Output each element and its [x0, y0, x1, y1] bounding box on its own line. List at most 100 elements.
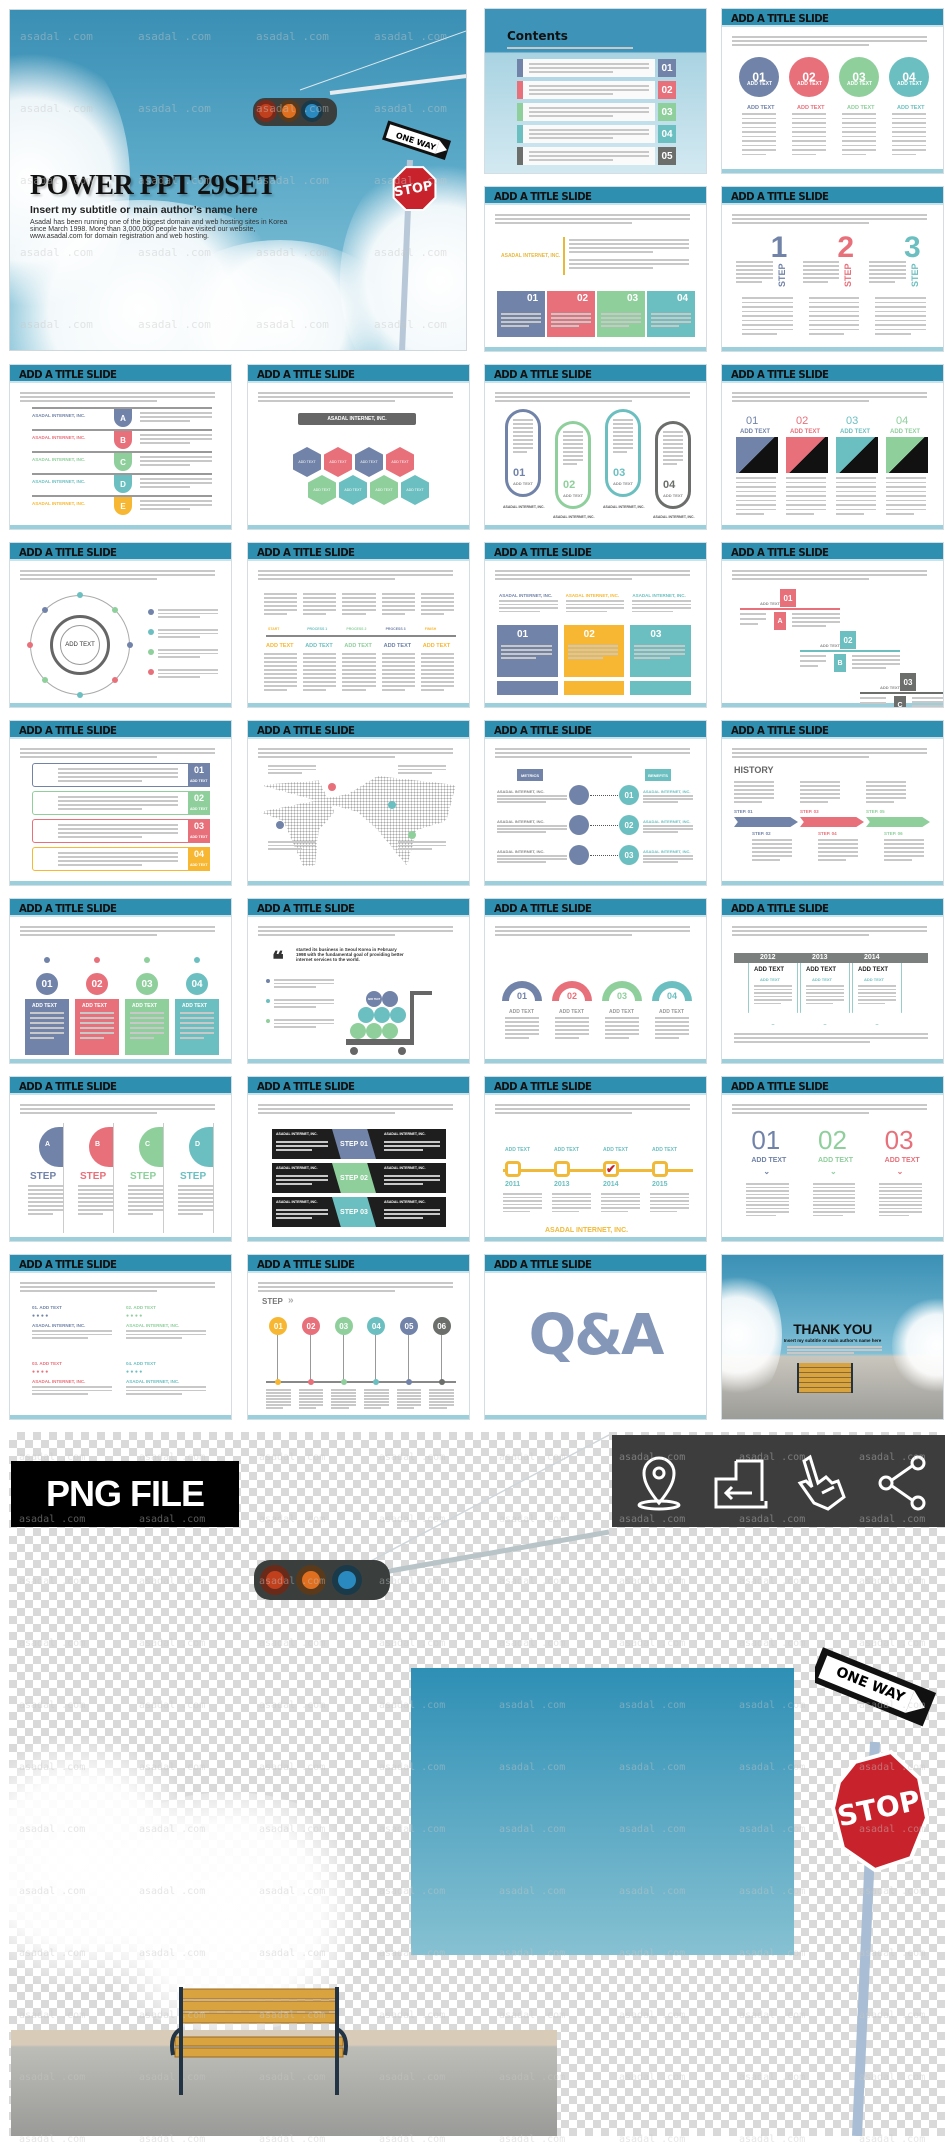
- placeholder-text-line: [740, 623, 759, 625]
- placeholder-text-line: [869, 265, 906, 267]
- placeholder-text-line: [812, 1193, 856, 1195]
- slide-thumbnail[interactable]: ADD A TITLE SLIDE 01 ADD TEXT 02 ADD TEXT 03 A…: [9, 720, 232, 886]
- slide-title: ADD A TITLE SLIDE: [731, 724, 829, 737]
- placeholder-text-line: [384, 1213, 440, 1215]
- slide-thumbnail[interactable]: ADD A TITLE SLIDE 01 ADD TEXT ASADAL INTERN…: [484, 364, 707, 530]
- slide-thumbnail[interactable]: ADD A TITLE SLIDE ADD TEXT: [9, 542, 232, 708]
- placeholder-text-line: [342, 681, 376, 683]
- slide-thumbnail[interactable]: ADD A TITLE SLIDE STEP 01 ASADAL INTERNET,…: [247, 1076, 470, 1242]
- dot: [44, 957, 50, 963]
- slide-title: ADD A TITLE SLIDE: [257, 368, 355, 381]
- placeholder-text-line: [130, 1032, 164, 1034]
- arrow-segment: [866, 817, 930, 827]
- placeholder-text-line: [802, 269, 840, 271]
- slide-thumbnail[interactable]: ADD A TITLE SLIDE 01 ADD TEXT ⌄ 02 ADD TEXT ⌄ 0…: [721, 1076, 944, 1242]
- slide-thumbnail[interactable]: ADD A TITLE SLIDE ASADAL INTERNET, INC. A A…: [9, 364, 232, 530]
- placeholder-text-line: [158, 669, 218, 671]
- item-label: ADD TEXT: [609, 1009, 634, 1015]
- slide-thumbnail[interactable]: ADD A TITLE SLIDE 01 ADD TEXT 02 ADD TEXT 03 A…: [484, 898, 707, 1064]
- slide-thumbnail[interactable]: ADD A TITLE SLIDE: [247, 720, 470, 886]
- placeholder-text-line: [742, 126, 776, 128]
- placeholder-text-line: [495, 934, 632, 936]
- placeholder-text-line: [497, 795, 567, 797]
- slide-thumbnail[interactable]: ADD A TITLE SLIDE ❝ started its business i…: [247, 898, 470, 1064]
- slide-thumbnail[interactable]: ADD A TITLE SLIDE 01 ADD TEXT A 02 ADD TEXT B 0…: [721, 542, 944, 708]
- item-label: ADD TEXT: [190, 863, 208, 867]
- slide-thumbnail[interactable]: ADD A TITLE SLIDE 01. ADD TEXT ● ● ● ● ASAD…: [9, 1254, 232, 1420]
- placeholder-text-line: [787, 1352, 854, 1354]
- slide-thumbnail[interactable]: ADD A TITLE SLIDE ASADAL INTERNET, INC. 01…: [484, 186, 707, 352]
- slide-thumbnail[interactable]: ADD A TITLE SLIDE STEP » 01 02 03 04 05 06: [247, 1254, 470, 1420]
- placeholder-text-line: [736, 504, 776, 506]
- placeholder-text-line: [879, 1190, 922, 1192]
- placeholder-text-line: [746, 1183, 789, 1185]
- letter-label: D: [195, 1141, 201, 1148]
- cart-basket: [346, 1039, 412, 1045]
- placeholder-text-line: [364, 1401, 389, 1403]
- placeholder-text-line: [303, 605, 337, 607]
- slide-thumbnail[interactable]: ADD A TITLE SLIDE 1 STEP 2 STEP 3 STEP: [721, 186, 944, 352]
- placeholder-text-line: [381, 669, 415, 671]
- slide-thumbnail[interactable]: ADD A TITLE SLIDE 01 ADD TEXT ADD TEXT 02 ADD…: [721, 8, 944, 174]
- placeholder-text-line: [732, 756, 869, 758]
- product-ball: [382, 991, 398, 1007]
- slide-thumbnail[interactable]: Contents 01 02 03 04 05: [484, 8, 707, 174]
- slide-thumbnail[interactable]: ADD A TITLE SLIDE ASADAL INTERNET, INC. AD…: [247, 364, 470, 530]
- placeholder-text-line: [381, 601, 415, 603]
- placeholder-text-line: [268, 841, 316, 843]
- step-label: STEP. 06: [884, 831, 903, 836]
- title-slide-thumbnail[interactable]: ONE WAY STOP POWER PPT 29SET Insert my s…: [9, 9, 467, 351]
- slide-thumbnail[interactable]: ADD A TITLE SLIDE HISTORY STEP. 01 STEP. 02…: [721, 720, 944, 886]
- number-circle: 01: [619, 785, 639, 805]
- placeholder-text-line: [30, 1027, 64, 1029]
- placeholder-text-line: [381, 609, 415, 611]
- slide-bottom-bar: [485, 703, 706, 707]
- placeholder-text-line: [800, 789, 840, 791]
- slide-thumbnail[interactable]: ADD A TITLE SLIDE 01 ADD TEXT 02 ADD TEXT 03 A…: [9, 898, 232, 1064]
- slide-thumbnail[interactable]: ADD A TITLE SLIDE METRICS BENEFITS ASADAL I…: [484, 720, 707, 886]
- placeholder-text-line: [420, 593, 454, 595]
- box-number: 02: [583, 629, 595, 640]
- slide-thumbnail[interactable]: ADD A TITLE SLIDE START ADD TEXT PROCESS 1 A…: [247, 542, 470, 708]
- slide-thumbnail[interactable]: ADD A TITLE SLIDE 01 ADD TEXT 02 ADD TEXT 03 A…: [721, 364, 944, 530]
- slide-thumbnail[interactable]: ADD A TITLE SLIDE 2012 ADD TEXT ADD TEXT 201…: [721, 898, 944, 1064]
- placeholder-text-line: [567, 657, 604, 659]
- card-number: 01: [188, 763, 210, 787]
- placeholder-text-line: [886, 508, 926, 510]
- placeholder-text-line: [786, 477, 826, 479]
- slide-thumbnail[interactable]: THANK YOU Insert my subtitle or main auth…: [721, 1254, 944, 1420]
- placeholder-text-line: [879, 1200, 922, 1202]
- placeholder-text-line: [58, 864, 142, 866]
- placeholder-text-line: [792, 113, 826, 115]
- slide-thumbnail[interactable]: ADD A TITLE SLIDE ADD TEXT 2011 ADD TEXT 201…: [484, 1076, 707, 1242]
- placeholder-text-line: [842, 122, 876, 124]
- slide-thumbnail[interactable]: ADD A TITLE SLIDE Q&A: [484, 1254, 707, 1420]
- placeholder-text-line: [505, 1021, 539, 1023]
- placeholder-text-line: [800, 797, 840, 799]
- placeholder-text-line: [303, 597, 337, 599]
- placeholder-text-line: [884, 843, 924, 845]
- placeholder-text-line: [800, 665, 819, 667]
- placeholder-text-line: [732, 400, 869, 402]
- item-label: ADD TEXT: [613, 481, 633, 486]
- placeholder-text-line: [58, 856, 178, 858]
- slide-thumbnail[interactable]: ADD A TITLE SLIDE ASADAL INTERNET, INC. 01…: [484, 542, 707, 708]
- placeholder-text-line: [497, 828, 567, 830]
- hero-body-line-1: Asadal has been running one of the bigge…: [30, 219, 288, 226]
- placeholder-text-line: [836, 477, 876, 479]
- placeholder-text-line: [128, 1185, 164, 1187]
- placeholder-text-line: [331, 1389, 356, 1391]
- placeholder-text-line: [80, 1032, 114, 1034]
- placeholder-text-line: [746, 1204, 789, 1206]
- placeholder-text-line: [892, 153, 916, 155]
- step-label: STEP: [843, 263, 854, 287]
- placeholder-text-line: [58, 776, 178, 778]
- placeholder-text-line: [140, 416, 212, 418]
- placeholder-text-line: [786, 490, 826, 492]
- placeholder-text-line: [274, 986, 316, 988]
- slide-thumbnail[interactable]: ADD A TITLE SLIDE A STEP B STEP C STEP D STEP: [9, 1076, 232, 1242]
- card-number: 03: [188, 819, 210, 843]
- placeholder-text-line: [742, 324, 793, 326]
- item-label: ADD TEXT: [820, 643, 840, 648]
- placeholder-text-line: [818, 843, 858, 845]
